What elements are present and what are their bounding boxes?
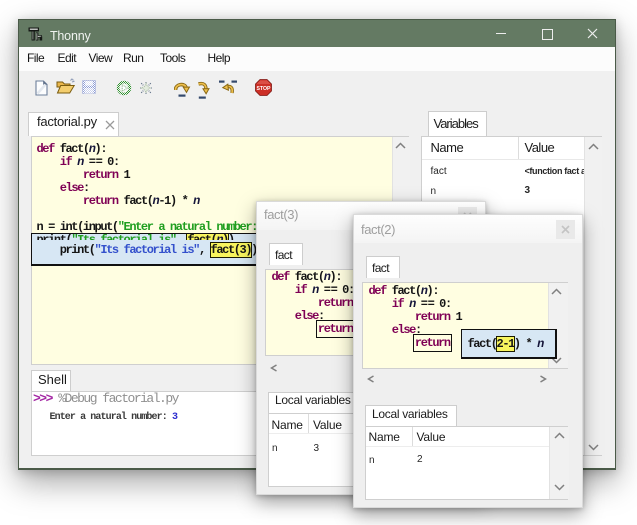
- svg-text:STOP: STOP: [256, 86, 271, 92]
